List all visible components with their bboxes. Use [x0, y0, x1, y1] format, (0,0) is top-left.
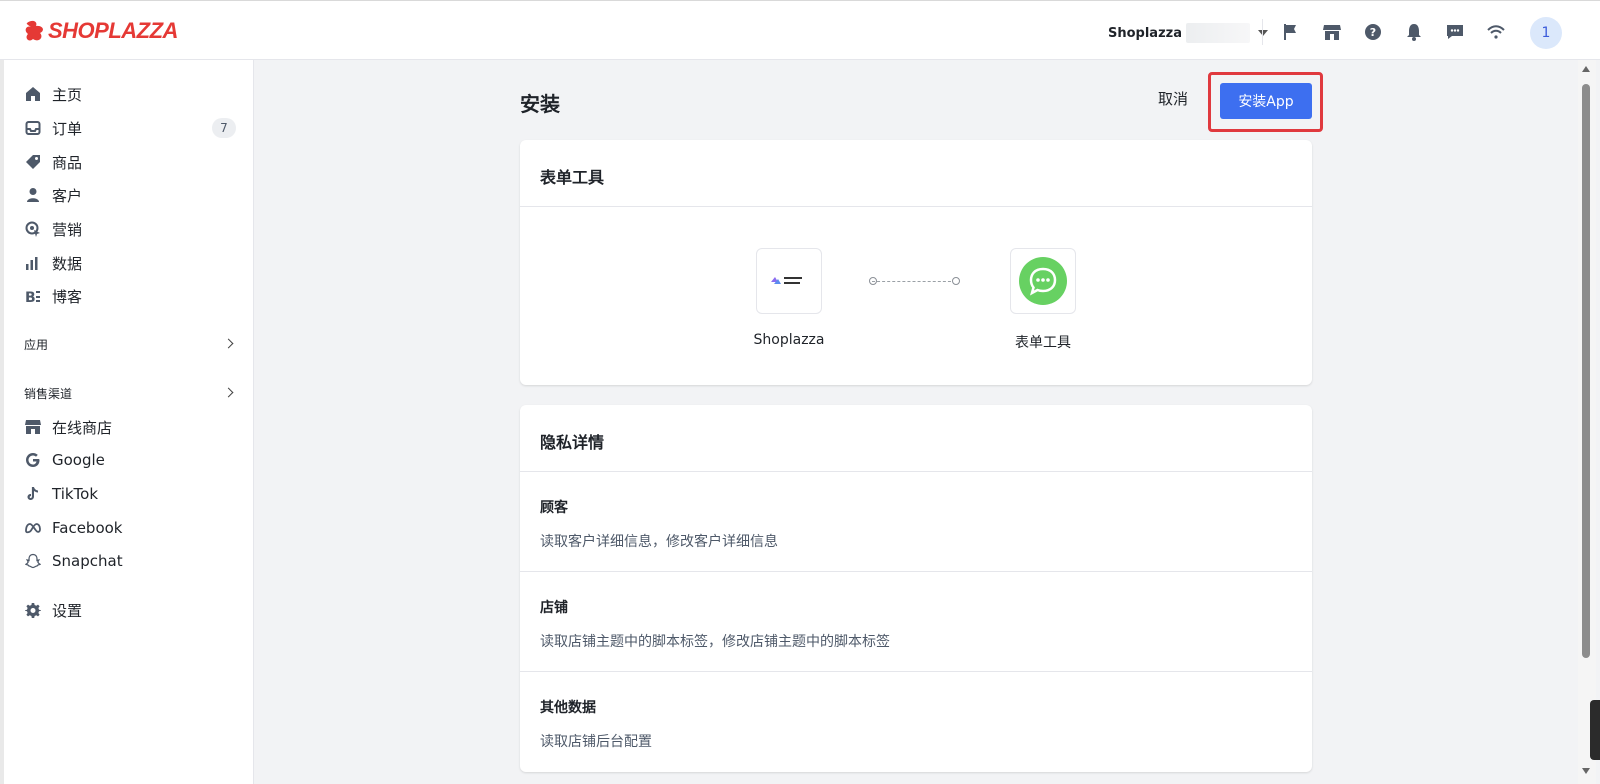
- sidebar-item-orders[interactable]: 订单 7: [24, 114, 236, 142]
- logo-mark-icon: [25, 20, 43, 41]
- sidebar-item-label: Facebook: [52, 519, 123, 537]
- sidebar-item-tiktok[interactable]: TikTok: [24, 480, 236, 508]
- blog-icon: B: [24, 287, 42, 305]
- sidebar-item-label: 数据: [52, 254, 83, 273]
- app-card-title: 表单工具: [540, 168, 605, 187]
- shoplazza-logo[interactable]: SHOPLAZZA: [24, 18, 178, 44]
- card-divider: [520, 671, 1312, 672]
- topbar-divider: [1262, 19, 1263, 45]
- orders-count-badge: 7: [212, 118, 236, 138]
- chevron-down-icon: [1258, 30, 1268, 36]
- gear-icon: [24, 601, 42, 619]
- snapchat-icon: [24, 552, 42, 570]
- tag-icon: [24, 153, 42, 171]
- permission-desc-customers: 读取客户详细信息，修改客户详细信息: [540, 534, 778, 550]
- sidebar-item-label: TikTok: [52, 485, 99, 503]
- avatar[interactable]: 1: [1530, 17, 1562, 49]
- home-icon: [24, 85, 42, 103]
- connector-dot-right: [952, 277, 960, 285]
- privacy-card-title: 隐私详情: [540, 433, 605, 452]
- sidebar-item-snapchat[interactable]: Snapchat: [24, 547, 236, 575]
- permission-title-other: 其他数据: [540, 700, 596, 716]
- app-card: 表单工具 Shoplazza 表单工具: [520, 140, 1312, 385]
- privacy-card: 隐私详情 顾客 读取客户详细信息，修改客户详细信息 店铺 读取店铺主题中的脚本标…: [520, 405, 1312, 772]
- bar-chart-icon: [24, 254, 42, 272]
- store-icon[interactable]: [1321, 21, 1343, 43]
- sidebar-item-marketing[interactable]: 营销: [24, 215, 236, 243]
- card-divider: [520, 471, 1312, 472]
- sidebar-item-products[interactable]: 商品: [24, 148, 236, 176]
- sidebar-item-label: Snapchat: [52, 552, 123, 570]
- connector-line: [872, 281, 956, 282]
- wifi-icon[interactable]: [1485, 21, 1507, 43]
- sidebar-item-home[interactable]: 主页: [24, 80, 236, 108]
- google-icon: [24, 451, 42, 469]
- side-widget-handle[interactable]: [1590, 700, 1600, 760]
- scroll-up-arrow-icon[interactable]: [1582, 66, 1590, 72]
- svg-text:B: B: [25, 290, 36, 304]
- sidebar-section-channels[interactable]: 销售渠道: [24, 383, 236, 403]
- sidebar-item-label: 博客: [52, 287, 83, 306]
- sidebar-item-google[interactable]: Google: [24, 446, 236, 474]
- chat-bubble-icon: [1019, 257, 1067, 305]
- sidebar-item-customers[interactable]: 客户: [24, 181, 236, 209]
- permission-desc-store: 读取店铺主题中的脚本标签，修改店铺主题中的脚本标签: [540, 634, 890, 650]
- permission-title-store: 店铺: [540, 600, 568, 616]
- sidebar-item-label: 客户: [52, 186, 83, 205]
- sidebar-section-apps[interactable]: 应用: [24, 334, 236, 354]
- logo-icon: [771, 277, 802, 284]
- page-title: 安装: [520, 92, 560, 116]
- sidebar: 主页 订单 7 商品 客户 营销 数据 B 博客 应用 销售渠道 在线商店 Go…: [0, 60, 254, 784]
- meta-icon: [24, 519, 42, 537]
- svg-text:?: ?: [1370, 26, 1376, 39]
- sidebar-item-label: 主页: [52, 85, 83, 104]
- flag-icon[interactable]: [1280, 21, 1302, 43]
- card-divider: [520, 571, 1312, 572]
- permission-desc-other: 读取店铺后台配置: [540, 734, 652, 750]
- person-icon: [24, 186, 42, 204]
- scrollbar-thumb[interactable]: [1582, 84, 1590, 658]
- sidebar-item-online-store[interactable]: 在线商店: [24, 413, 236, 441]
- logo-text: SHOPLAZZA: [48, 18, 178, 43]
- sidebar-item-label: 设置: [52, 601, 83, 620]
- chevron-right-icon: [223, 387, 234, 398]
- store-name-redacted: [1186, 23, 1250, 43]
- message-icon[interactable]: [1444, 21, 1466, 43]
- sidebar-item-label: 订单: [52, 119, 83, 138]
- store-name: Shoplazza: [1108, 25, 1182, 41]
- marketing-icon: [24, 220, 42, 238]
- shoplazza-app-logo: [756, 248, 822, 314]
- top-bar: SHOPLAZZA Shoplazza ? 1: [0, 0, 1600, 60]
- source-app-label: Shoplazza: [753, 332, 825, 348]
- card-divider: [520, 206, 1312, 207]
- target-app-label: 表单工具: [1015, 335, 1071, 351]
- permission-title-customers: 顾客: [540, 500, 568, 516]
- section-label: 应用: [24, 337, 49, 352]
- sidebar-item-analytics[interactable]: 数据: [24, 249, 236, 277]
- tiktok-icon: [24, 485, 42, 503]
- page-scrollbar[interactable]: [1578, 60, 1596, 784]
- section-label: 销售渠道: [24, 386, 73, 401]
- inbox-icon: [24, 119, 42, 137]
- cancel-button[interactable]: 取消: [1158, 88, 1188, 109]
- chevron-right-icon: [223, 338, 234, 349]
- store-selector[interactable]: Shoplazza: [1108, 21, 1268, 45]
- help-icon[interactable]: ?: [1362, 21, 1384, 43]
- sidebar-item-label: 在线商店: [52, 418, 113, 437]
- form-tool-app-logo: [1010, 248, 1076, 314]
- install-app-button[interactable]: 安装App: [1220, 83, 1312, 119]
- bell-icon[interactable]: [1403, 21, 1425, 43]
- sidebar-item-blog[interactable]: B 博客: [24, 282, 236, 310]
- sidebar-item-settings[interactable]: 设置: [24, 596, 236, 624]
- store-icon: [24, 418, 42, 436]
- sidebar-item-label: 营销: [52, 220, 83, 239]
- sidebar-item-label: Google: [52, 451, 105, 469]
- scroll-down-arrow-icon[interactable]: [1582, 768, 1590, 774]
- sidebar-item-label: 商品: [52, 153, 83, 172]
- sidebar-item-facebook[interactable]: Facebook: [24, 514, 236, 542]
